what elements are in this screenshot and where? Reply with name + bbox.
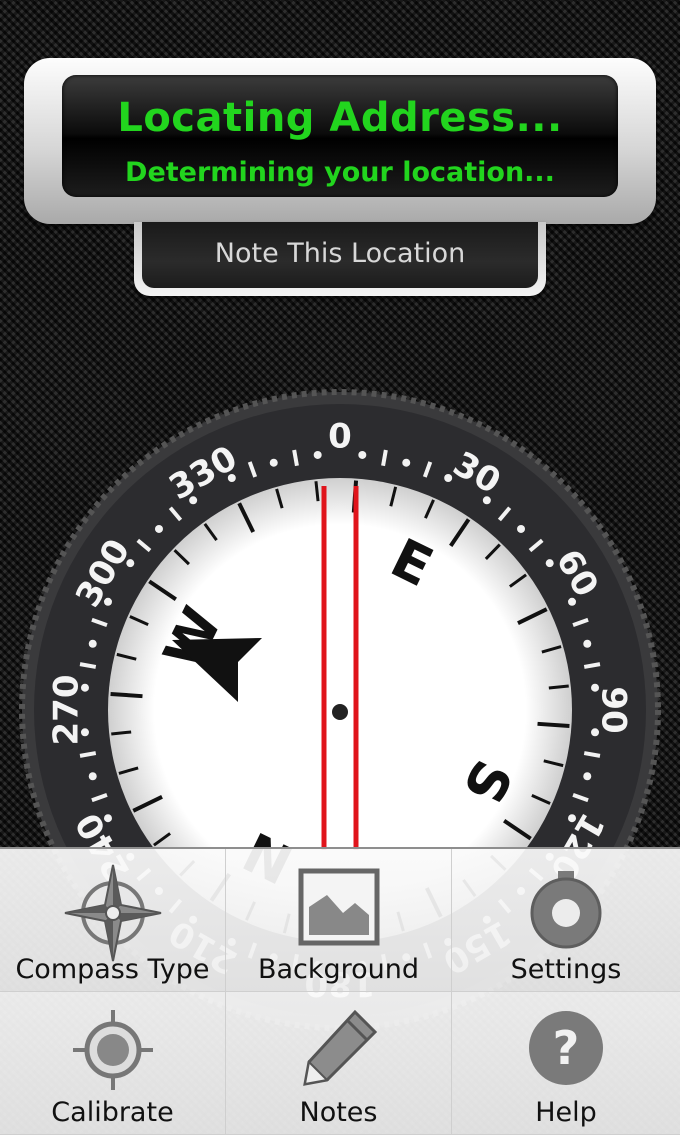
compass-pivot (332, 704, 348, 720)
menu-item-compass-type[interactable]: Compass Type (0, 849, 226, 992)
bezel-dot (583, 639, 592, 648)
image-icon (298, 868, 379, 946)
bezel-tick (292, 449, 299, 467)
menu-item-settings[interactable]: Settings (452, 849, 680, 992)
bezel-tick (79, 662, 97, 669)
bezel-tick (381, 449, 388, 467)
bezel-dot (269, 458, 278, 467)
options-menu: Compass Type Background Settings Calibra… (0, 847, 680, 1135)
bezel-tick (79, 751, 97, 758)
bezel-dot (88, 639, 97, 648)
bezel-dot (313, 450, 322, 459)
face-tick (537, 721, 570, 729)
menu-label-background: Background (257, 954, 420, 985)
menu-label-compass-type: Compass Type (15, 954, 210, 985)
bezel-numeral: 90 (594, 686, 634, 733)
address-subtitle: Determining your location... (125, 157, 555, 188)
bezel-dot (154, 524, 163, 533)
menu-label-help: Help (535, 1097, 597, 1128)
svg-text:?: ? (553, 1021, 580, 1075)
address-display-screen: Locating Address... Determining your loc… (62, 75, 618, 197)
menu-item-notes[interactable]: Notes (226, 992, 452, 1135)
pencil-icon (302, 1009, 377, 1086)
bezel-dot (88, 772, 97, 781)
note-location-button[interactable]: Note This Location (134, 222, 546, 296)
crosshair-icon (72, 1010, 153, 1090)
menu-item-help[interactable]: ? Help (452, 992, 680, 1135)
bezel-tick (583, 662, 601, 669)
address-display: Locating Address... Determining your loc… (24, 58, 656, 224)
bezel-dot (358, 450, 367, 459)
compass-rose-icon (64, 864, 161, 962)
face-tick (314, 481, 320, 502)
menu-item-background[interactable]: Background (226, 849, 452, 992)
face-tick (110, 691, 143, 699)
bezel-tick (583, 751, 601, 758)
bezel-dot (402, 458, 411, 467)
note-location-label: Note This Location (142, 222, 538, 288)
gear-icon (530, 871, 602, 949)
face-tick (548, 684, 569, 690)
menu-label-calibrate: Calibrate (51, 1097, 174, 1128)
bezel-numeral: 0 (328, 417, 352, 457)
bezel-numeral: 270 (47, 675, 87, 746)
address-title: Locating Address... (117, 95, 563, 141)
help-icon: ? (529, 1011, 603, 1085)
face-tick (111, 730, 132, 736)
bezel-dot (517, 524, 526, 533)
menu-item-calibrate[interactable]: Calibrate (0, 992, 226, 1135)
menu-label-settings: Settings (510, 954, 622, 985)
menu-label-notes: Notes (299, 1097, 378, 1128)
bezel-dot (583, 772, 592, 781)
